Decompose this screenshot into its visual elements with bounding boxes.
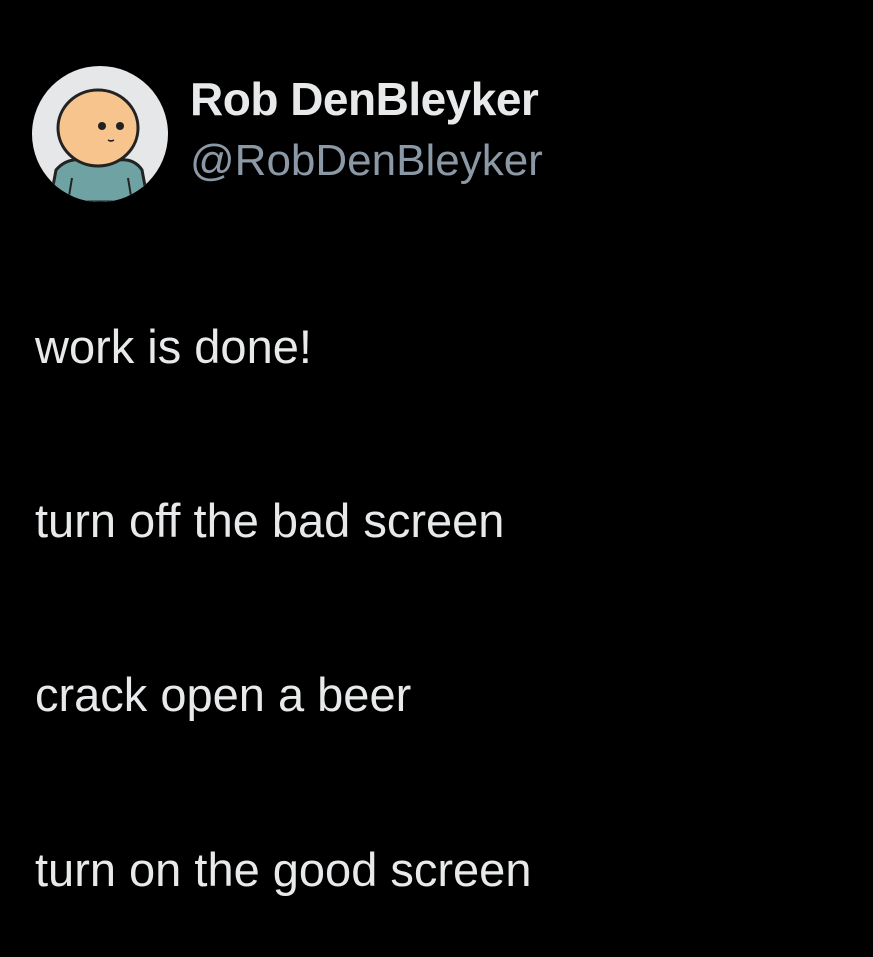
tweet-text-line: work is done! [35, 320, 312, 373]
author-display-name[interactable]: Rob DenBleyker [190, 71, 543, 127]
author-handle[interactable]: @RobDenBleyker [190, 133, 543, 189]
avatar[interactable] [32, 66, 168, 202]
cartoon-character-avatar-icon [32, 66, 168, 202]
tweet-text-line: turn on the good screen [35, 843, 532, 896]
tweet-text-line: crack open a beer [35, 668, 412, 721]
tweet-header: Rob DenBleyker @RobDenBleyker [32, 66, 543, 202]
tweet-text-line: turn off the bad screen [35, 494, 505, 547]
tweet-card: Rob DenBleyker @RobDenBleyker work is do… [0, 0, 873, 957]
author-names: Rob DenBleyker @RobDenBleyker [190, 71, 543, 189]
